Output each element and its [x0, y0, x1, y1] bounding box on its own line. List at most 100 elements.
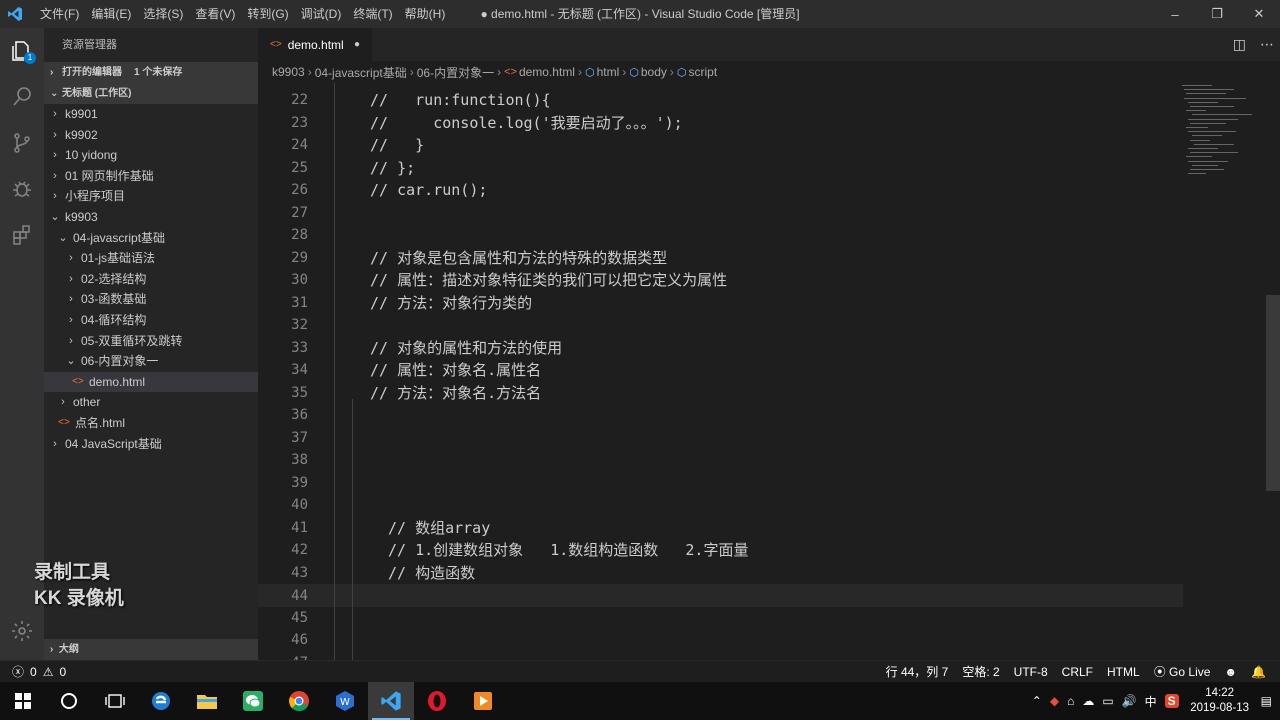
tree-folder-item[interactable]: › 10 yidong — [44, 145, 258, 166]
wechat-icon[interactable] — [230, 682, 276, 720]
restore-button[interactable]: ❐ — [1196, 0, 1238, 28]
open-editors-section[interactable]: › 打开的编辑器 1 个未保存 — [44, 62, 258, 83]
code-line[interactable]: 31 // 方法：对象行为类的 — [258, 292, 1183, 315]
tree-folder-item[interactable]: › 03-函数基础 — [44, 289, 258, 310]
code-line[interactable]: 44 — [258, 584, 1183, 607]
minimize-button[interactable]: – — [1154, 0, 1196, 28]
tree-file-item[interactable]: <> demo.html — [44, 371, 258, 393]
code-line[interactable]: 25 // }; — [258, 157, 1183, 180]
menu-item[interactable]: 帮助(H) — [399, 0, 452, 28]
error-count[interactable]: 0 — [30, 665, 37, 679]
tree-folder-item[interactable]: ⌄ 06-内置对象一 — [44, 351, 258, 372]
notifications-bell-icon[interactable]: 🔔 — [1251, 665, 1266, 679]
code-line[interactable]: 29 // 对象是包含属性和方法的特殊的数据类型 — [258, 247, 1183, 270]
tree-folder-item[interactable]: › 01 网页制作基础 — [44, 166, 258, 187]
unsaved-dot-icon[interactable]: ● — [354, 39, 360, 50]
media-player-icon[interactable] — [460, 682, 506, 720]
code-line[interactable]: 46 — [258, 629, 1183, 652]
code-line[interactable]: 43 // 构造函数 — [258, 562, 1183, 585]
code-line[interactable]: 36 — [258, 404, 1183, 427]
chrome-icon[interactable] — [276, 682, 322, 720]
code-line[interactable]: 39 — [258, 472, 1183, 495]
indentation[interactable]: 空格: 2 — [962, 663, 999, 680]
cortana-search-icon[interactable] — [46, 682, 92, 720]
menu-item[interactable]: 转到(G) — [241, 0, 294, 28]
code-line[interactable]: 24 // } — [258, 134, 1183, 157]
tree-folder-item[interactable]: ⌄ k9903 — [44, 207, 258, 228]
breadcrumb-item[interactable]: html — [597, 65, 620, 79]
warning-count[interactable]: 0 — [59, 665, 66, 679]
settings-gear-icon[interactable] — [0, 608, 44, 654]
wps-writer-icon[interactable]: W — [322, 682, 368, 720]
tree-folder-item[interactable]: ⌄ 04-javascript基础 — [44, 228, 258, 249]
language-mode[interactable]: HTML — [1107, 665, 1140, 679]
volume-icon[interactable]: 🔊 — [1122, 694, 1137, 708]
encoding[interactable]: UTF-8 — [1014, 665, 1048, 679]
go-live-button[interactable]: ⦿ Go Live — [1154, 663, 1211, 680]
search-icon[interactable] — [0, 74, 44, 120]
split-editor-icon[interactable]: ◫ — [1233, 36, 1246, 53]
code-line[interactable]: 34 // 属性：对象名.属性名 — [258, 359, 1183, 382]
warning-icon[interactable]: ⚠ — [43, 665, 54, 679]
extensions-icon[interactable] — [0, 212, 44, 258]
code-line[interactable]: 47 — [258, 652, 1183, 661]
minimap[interactable] — [1182, 83, 1266, 203]
explorer-icon[interactable]: 1 — [0, 28, 44, 74]
tree-folder-item[interactable]: › 05-双重循环及跳转 — [44, 331, 258, 352]
windows-start-icon[interactable] — [0, 682, 46, 720]
code-line[interactable]: 22 // run:function(){ — [258, 89, 1183, 112]
feedback-smiley-icon[interactable]: ☻ — [1224, 665, 1237, 679]
menu-item[interactable]: 终端(T) — [347, 0, 398, 28]
cursor-position[interactable]: 行 44，列 7 — [886, 663, 949, 680]
edge-browser-icon[interactable] — [138, 682, 184, 720]
code-line[interactable]: 30 // 属性：描述对象特征类的我们可以把它定义为属性 — [258, 269, 1183, 292]
breadcrumb-item[interactable]: 06-内置对象一 — [417, 64, 494, 81]
breadcrumb-item[interactable]: body — [641, 65, 667, 79]
menu-item[interactable]: 文件(F) — [34, 0, 85, 28]
tree-folder-item[interactable]: › 01-js基础语法 — [44, 248, 258, 269]
code-line[interactable]: 23 // console.log('我要启动了。。。'); — [258, 112, 1183, 135]
more-actions-icon[interactable]: ⋯ — [1260, 36, 1274, 53]
source-control-icon[interactable] — [0, 120, 44, 166]
code-editor[interactable]: 22 // run:function(){23 // console.log('我要… — [258, 83, 1280, 660]
show-hidden-icons-icon[interactable]: ⌃ — [1032, 694, 1042, 708]
task-view-icon[interactable] — [92, 682, 138, 720]
ime-indicator[interactable]: 中 — [1145, 693, 1157, 710]
code-line[interactable]: 40 — [258, 494, 1183, 517]
vscode-taskbar-icon[interactable] — [368, 682, 414, 720]
breadcrumb-item[interactable]: k9903 — [272, 65, 305, 79]
code-line[interactable]: 37 — [258, 427, 1183, 450]
file-explorer-icon[interactable] — [184, 682, 230, 720]
vertical-scrollbar[interactable] — [1266, 83, 1280, 660]
error-icon[interactable]: ⓧ — [12, 663, 24, 680]
line-ending[interactable]: CRLF — [1062, 665, 1093, 679]
tree-folder-item[interactable]: › 02-选择结构 — [44, 269, 258, 290]
scrollbar-thumb[interactable] — [1266, 295, 1280, 491]
tree-folder-item[interactable]: › k9902 — [44, 125, 258, 146]
code-line[interactable]: 42 // 1.创建数组对象 1.数组构造函数 2.字面量 — [258, 539, 1183, 562]
close-button[interactable]: ✕ — [1238, 0, 1280, 28]
taskbar-clock[interactable]: 14:22 2019-08-13 — [1187, 686, 1253, 716]
breadcrumb-item[interactable]: script — [689, 65, 718, 79]
code-line[interactable]: 26 // car.run(); — [258, 179, 1183, 202]
tree-folder-item[interactable]: › 04 JavaScript基础 — [44, 434, 258, 455]
code-line[interactable]: 45 — [258, 607, 1183, 630]
sogou-ime-icon[interactable]: S — [1164, 694, 1179, 708]
debug-icon[interactable] — [0, 166, 44, 212]
menu-item[interactable]: 查看(V) — [189, 0, 241, 28]
tree-folder-item[interactable]: › other — [44, 392, 258, 413]
menu-item[interactable]: 选择(S) — [137, 0, 189, 28]
tab-demo-html[interactable]: <> demo.html ● — [258, 28, 372, 61]
tree-file-item[interactable]: <> 点名.html — [44, 413, 258, 434]
code-line[interactable]: 27 — [258, 202, 1183, 225]
tree-folder-item[interactable]: › 小程序项目 — [44, 186, 258, 207]
code-line[interactable]: 28 — [258, 224, 1183, 247]
code-line[interactable]: 33 // 对象的属性和方法的使用 — [258, 337, 1183, 360]
opera-icon[interactable] — [414, 682, 460, 720]
code-line[interactable]: 32 — [258, 314, 1183, 337]
notification-center-icon[interactable]: ▤ — [1261, 694, 1272, 708]
code-line[interactable]: 41 // 数组array — [258, 517, 1183, 540]
workspace-section[interactable]: ⌄ 无标题 (工作区) — [44, 83, 258, 104]
code-line[interactable]: 38 — [258, 449, 1183, 472]
outline-section[interactable]: › 大纲 — [44, 639, 258, 660]
